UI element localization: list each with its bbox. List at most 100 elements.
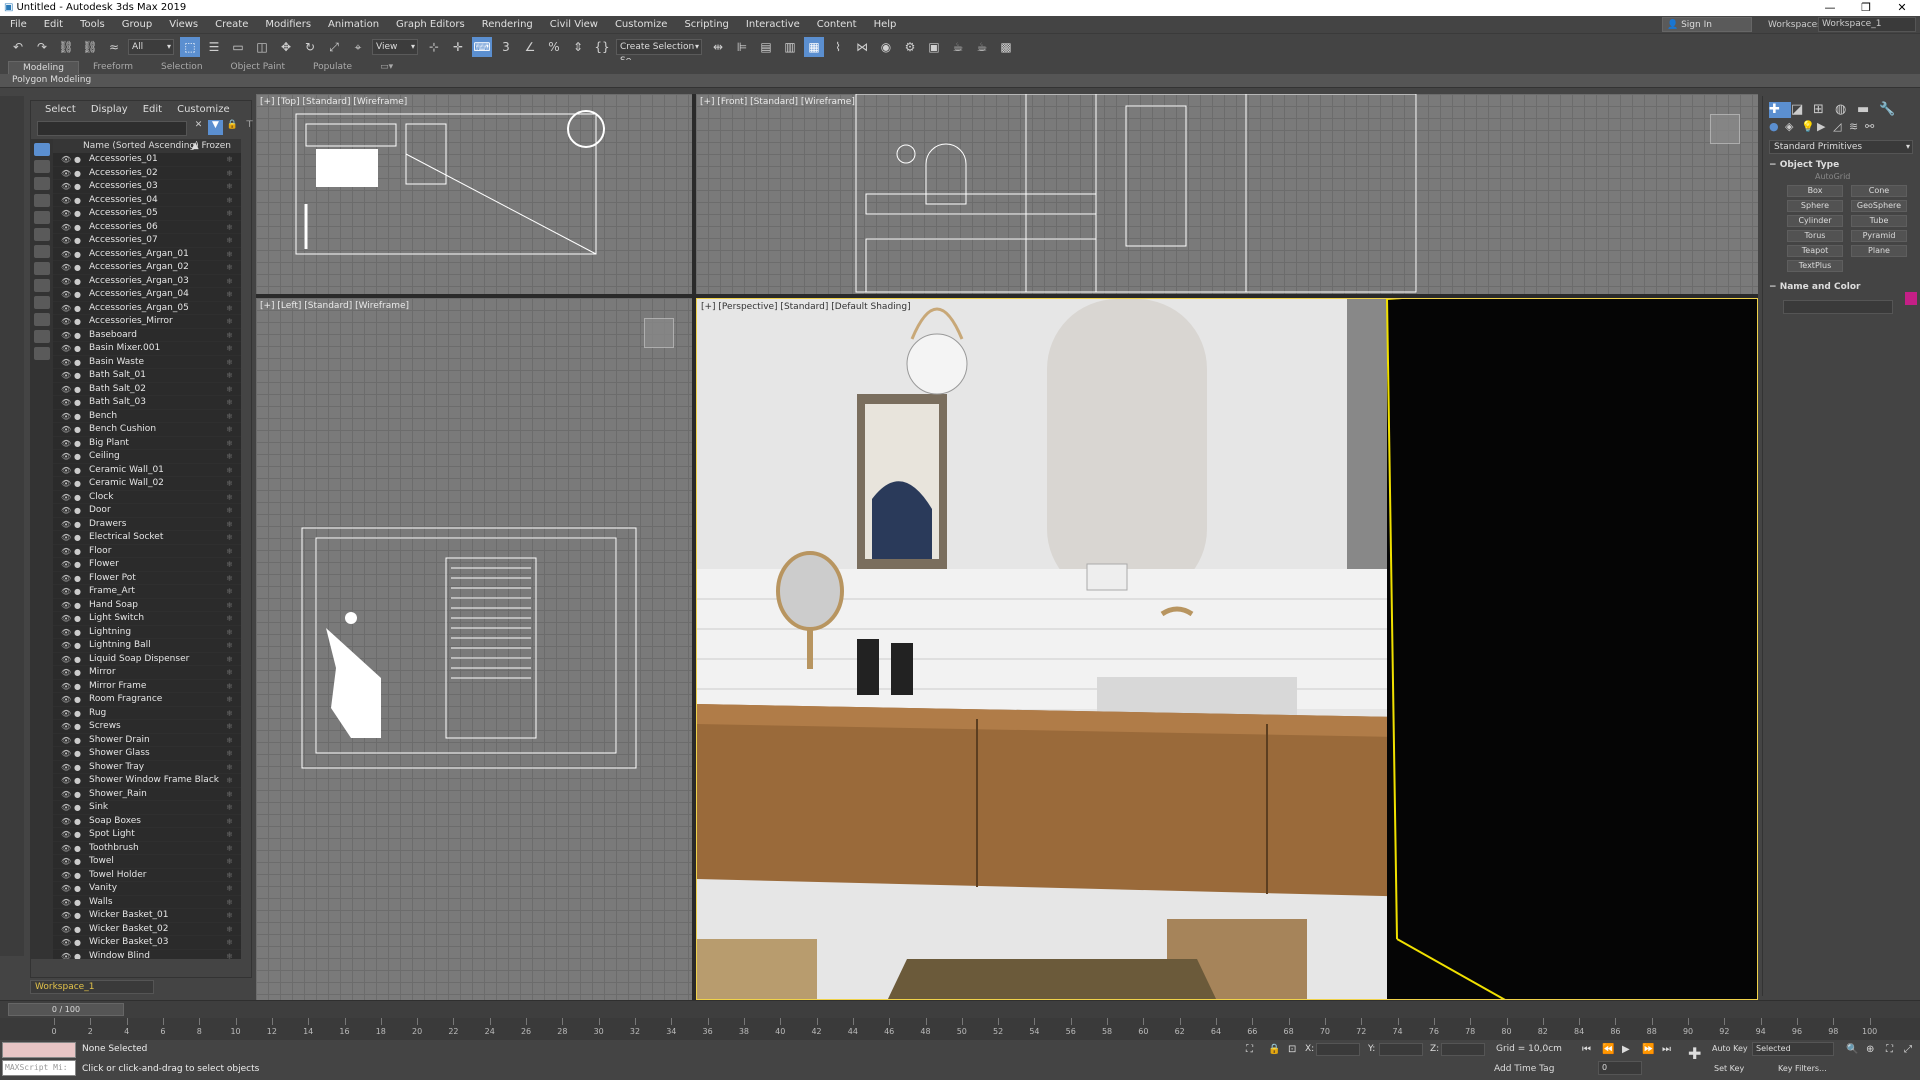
hierarchy-tab-icon[interactable]: ⊞: [1813, 102, 1835, 118]
viewport-label-perspective[interactable]: [+] [Perspective] [Standard] [Default Sh…: [701, 302, 911, 312]
menu-tools[interactable]: Tools: [80, 19, 105, 30]
freeze-icon[interactable]: ❄: [226, 585, 233, 599]
link-icon[interactable]: ⛓: [56, 37, 76, 57]
reference-coordinate-dropdown[interactable]: View: [372, 39, 418, 55]
freeze-icon[interactable]: ❄: [226, 261, 233, 275]
scene-list-item[interactable]: Accessories_06 ❄: [53, 221, 241, 235]
freeze-icon[interactable]: ❄: [226, 788, 233, 802]
scene-list-item[interactable]: Vanity ❄: [53, 882, 241, 896]
render-iterative-icon[interactable]: ☕: [972, 37, 992, 57]
freeze-icon[interactable]: ❄: [226, 720, 233, 734]
key-filters-button[interactable]: Key Filters...: [1778, 1064, 1827, 1073]
menu-scripting[interactable]: Scripting: [684, 19, 728, 30]
scene-list-item[interactable]: Towel Holder ❄: [53, 869, 241, 882]
scene-list-item[interactable]: Accessories_Argan_02 ❄: [53, 261, 241, 275]
scene-list-item[interactable]: Window Blind ❄: [53, 950, 241, 960]
menu-rendering[interactable]: Rendering: [482, 19, 533, 30]
menu-help[interactable]: Help: [874, 19, 897, 30]
geosphere-button[interactable]: GeoSphere: [1851, 200, 1907, 212]
freeze-icon[interactable]: ❄: [226, 896, 233, 910]
absolute-mode-icon[interactable]: ⊡: [1288, 1044, 1296, 1055]
freeze-icon[interactable]: ❄: [226, 491, 233, 505]
viewcube-front[interactable]: [1710, 114, 1740, 144]
freeze-icon[interactable]: ❄: [226, 923, 233, 937]
freeze-icon[interactable]: ❄: [226, 828, 233, 842]
menu-modifiers[interactable]: Modifiers: [265, 19, 311, 30]
systems-icon[interactable]: ⚯: [1865, 120, 1881, 136]
scene-list-item[interactable]: Accessories_Argan_04 ❄: [53, 288, 241, 302]
scene-list-item[interactable]: Sink ❄: [53, 801, 241, 815]
freeze-icon[interactable]: ❄: [226, 545, 233, 559]
scene-list-item[interactable]: Accessories_Argan_03 ❄: [53, 275, 241, 288]
cylinder-button[interactable]: Cylinder: [1787, 215, 1843, 227]
scene-list-item[interactable]: Floor ❄: [53, 545, 241, 559]
scene-list-item[interactable]: Screws ❄: [53, 720, 241, 734]
scene-list-item[interactable]: Accessories_Mirror ❄: [53, 315, 241, 329]
set-key-icon[interactable]: ✚: [1688, 1044, 1701, 1063]
scene-list-item[interactable]: Shower Tray ❄: [53, 761, 241, 774]
freeze-icon[interactable]: ❄: [226, 437, 233, 451]
scene-list-item[interactable]: Room Fragrance ❄: [53, 693, 241, 707]
viewport-left[interactable]: [+] [Left] [Standard] [Wireframe]: [256, 298, 692, 1000]
scene-list-item[interactable]: Ceramic Wall_01 ❄: [53, 464, 241, 477]
freeze-icon[interactable]: ❄: [226, 504, 233, 518]
menu-civil-view[interactable]: Civil View: [550, 19, 598, 30]
render-cloud-icon[interactable]: ▩: [996, 37, 1016, 57]
freeze-icon[interactable]: ❄: [226, 855, 233, 869]
freeze-icon[interactable]: ❄: [226, 950, 233, 960]
shapes-icon[interactable]: ◈: [1785, 120, 1801, 136]
scene-menu-customize[interactable]: Customize: [177, 104, 230, 115]
select-by-name-icon[interactable]: ☰: [204, 37, 224, 57]
edit-named-selection-icon[interactable]: {}: [592, 37, 612, 57]
menu-interactive[interactable]: Interactive: [746, 19, 800, 30]
display-bones-icon[interactable]: [34, 296, 50, 309]
utilities-tab-icon[interactable]: 🔧: [1879, 102, 1901, 118]
column-header-frozen[interactable]: ▲ Frozen: [192, 139, 231, 153]
scene-list-item[interactable]: Soap Boxes ❄: [53, 815, 241, 828]
bind-spacewarp-icon[interactable]: ≈: [104, 37, 124, 57]
track-bar[interactable]: 0 2 4 6 8 10 12 14 16 18 20 22 24 26 28 30 32 34 36 38 40 42 4…: [0, 1018, 1920, 1040]
unlink-icon[interactable]: ⛓: [80, 37, 100, 57]
create-tab-icon[interactable]: ✚: [1769, 102, 1791, 118]
tube-button[interactable]: Tube: [1851, 215, 1907, 227]
keyboard-shortcut-override-icon[interactable]: ⌨: [472, 37, 492, 57]
spacewarps-icon[interactable]: ≋: [1849, 120, 1865, 136]
display-lights-icon[interactable]: [34, 194, 50, 207]
display-xrefs-icon[interactable]: [34, 279, 50, 292]
object-name-input[interactable]: [1783, 300, 1893, 314]
scene-list-item[interactable]: Accessories_01 ❄: [53, 153, 241, 167]
key-selection-dropdown[interactable]: Selected: [1752, 1042, 1834, 1056]
selection-filter-dropdown[interactable]: All: [128, 39, 174, 55]
viewport-label-top[interactable]: [+] [Top] [Standard] [Wireframe]: [260, 97, 407, 107]
sign-in-button[interactable]: 👤 Sign In: [1662, 17, 1752, 32]
select-rotate-icon[interactable]: ↻: [300, 37, 320, 57]
freeze-icon[interactable]: ❄: [226, 221, 233, 235]
place-icon[interactable]: ⌖: [348, 37, 368, 57]
scene-list-item[interactable]: Rug ❄: [53, 707, 241, 720]
freeze-icon[interactable]: ❄: [226, 180, 233, 194]
freeze-icon[interactable]: ❄: [226, 774, 233, 788]
freeze-icon[interactable]: ❄: [226, 612, 233, 626]
autogrid-checkbox[interactable]: AutoGrid: [1815, 172, 1920, 181]
scene-list-item[interactable]: Ceramic Wall_02 ❄: [53, 477, 241, 491]
freeze-icon[interactable]: ❄: [226, 653, 233, 667]
scene-list-item[interactable]: Shower_Rain ❄: [53, 788, 241, 802]
display-tab-icon[interactable]: ▬: [1857, 102, 1879, 118]
freeze-icon[interactable]: ❄: [226, 248, 233, 262]
pivot-center-icon[interactable]: ⊹: [424, 37, 444, 57]
zoom-extents-icon[interactable]: ⛶: [1886, 1044, 1893, 1055]
maximize-button[interactable]: ❐: [1848, 0, 1884, 16]
z-coord-field[interactable]: [1441, 1043, 1485, 1056]
viewport-label-left[interactable]: [+] [Left] [Standard] [Wireframe]: [260, 301, 409, 311]
scene-list-item[interactable]: Flower ❄: [53, 558, 241, 572]
select-object-icon[interactable]: ⬚: [180, 37, 200, 57]
cameras-icon[interactable]: ▶: [1817, 120, 1833, 136]
maxscript-listener[interactable]: [2, 1042, 76, 1058]
pyramid-button[interactable]: Pyramid: [1851, 230, 1907, 242]
freeze-icon[interactable]: ❄: [226, 194, 233, 208]
rendered-frame-window-icon[interactable]: ▣: [924, 37, 944, 57]
scene-list-item[interactable]: Spot Light ❄: [53, 828, 241, 842]
freeze-icon[interactable]: ❄: [226, 167, 233, 181]
freeze-icon[interactable]: ❄: [226, 288, 233, 302]
undo-icon[interactable]: ↶: [8, 37, 28, 57]
